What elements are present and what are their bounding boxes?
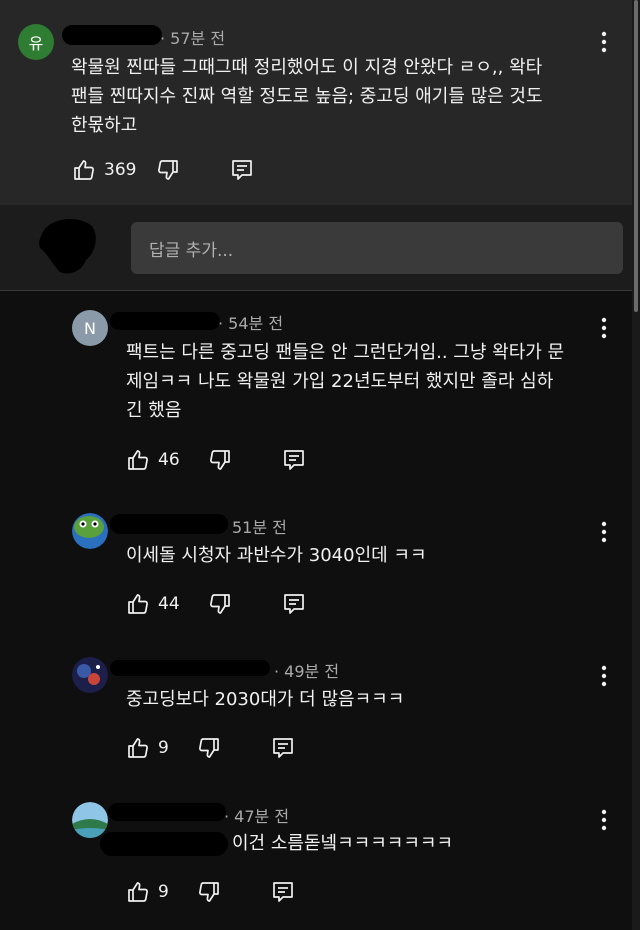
comment-time: · 47분 전 bbox=[224, 807, 290, 826]
avatar-letter: N bbox=[84, 318, 96, 338]
reply-icon bbox=[230, 158, 254, 182]
like-button[interactable]: 44 bbox=[126, 592, 180, 616]
reply-icon bbox=[282, 592, 306, 616]
thumbs-up-icon bbox=[72, 158, 96, 182]
dislike-button[interactable] bbox=[208, 592, 232, 616]
thumbs-down-icon bbox=[156, 158, 180, 182]
thumbs-up-icon bbox=[126, 592, 150, 616]
avatar[interactable]: 유 bbox=[18, 24, 54, 60]
redacted-mention bbox=[100, 832, 228, 856]
like-button[interactable]: 9 bbox=[126, 880, 169, 904]
thumbs-down-icon bbox=[208, 448, 232, 472]
reply-icon bbox=[271, 736, 295, 760]
thumbs-down-icon bbox=[197, 736, 221, 760]
thumbs-down-icon bbox=[208, 592, 232, 616]
redacted-username bbox=[108, 803, 226, 821]
redacted-username bbox=[110, 514, 228, 534]
thumbs-up-icon bbox=[126, 880, 150, 904]
like-count: 44 bbox=[158, 594, 180, 614]
redacted-username bbox=[110, 312, 220, 330]
more-vert-icon[interactable] bbox=[594, 316, 614, 340]
like-button[interactable]: 369 bbox=[72, 158, 136, 182]
avatar-letter: 유 bbox=[28, 34, 44, 53]
avatar[interactable] bbox=[72, 513, 108, 549]
comment-time: · 57분 전 bbox=[160, 29, 226, 48]
comment-actions: 9 bbox=[126, 736, 295, 760]
like-count: 46 bbox=[158, 450, 180, 470]
avatar[interactable] bbox=[72, 802, 108, 838]
redacted-username bbox=[110, 660, 270, 676]
comment-text: 팩트는 다른 중고딩 팬들은 안 그런단거임.. 그냥 왁타가 문 제임ㅋㅋ 나… bbox=[126, 342, 565, 421]
reply-button[interactable] bbox=[282, 592, 306, 616]
scrollbar-thumb[interactable] bbox=[634, 0, 638, 312]
divider bbox=[0, 290, 640, 291]
comment-text: 중고딩보다 2030대가 더 많음ㅋㅋㅋ bbox=[126, 689, 405, 710]
avatar[interactable] bbox=[72, 657, 108, 693]
comment-time: · 54분 전 bbox=[218, 314, 284, 333]
thumbs-up-icon bbox=[126, 448, 150, 472]
comment-text: 이세돌 시청자 과반수가 3040인데 ㅋㅋ bbox=[126, 545, 427, 566]
thumbs-up-icon bbox=[126, 736, 150, 760]
comment-actions: 46 bbox=[126, 448, 306, 472]
scrollbar[interactable] bbox=[632, 0, 640, 930]
reply-icon bbox=[282, 448, 306, 472]
comment-time: · 49분 전 bbox=[274, 662, 340, 681]
avatar[interactable]: N bbox=[72, 310, 108, 346]
dislike-button[interactable] bbox=[156, 158, 180, 182]
like-button[interactable]: 9 bbox=[126, 736, 169, 760]
reply-icon bbox=[271, 880, 295, 904]
comment-actions: 44 bbox=[126, 592, 306, 616]
like-count: 9 bbox=[158, 882, 169, 902]
like-count: 369 bbox=[104, 160, 137, 180]
dislike-button[interactable] bbox=[197, 736, 221, 760]
thumbs-down-icon bbox=[197, 880, 221, 904]
comment-text: 왁물원 찐따들 그때그때 정리했어도 이 지경 안왔다 ㄹㅇ,, 왁타 팬들 찐… bbox=[71, 57, 543, 136]
reply-input[interactable]: 답글 추가... bbox=[131, 222, 623, 274]
reply-input-placeholder: 답글 추가... bbox=[149, 240, 234, 261]
redacted-username bbox=[62, 25, 162, 45]
dislike-button[interactable] bbox=[197, 880, 221, 904]
comment-text: 이건 소름돋넼ㅋㅋㅋㅋㅋㅋㅋ bbox=[232, 833, 454, 854]
reply-button[interactable] bbox=[271, 880, 295, 904]
reply-button[interactable] bbox=[271, 736, 295, 760]
comment-time: 51분 전 bbox=[232, 518, 287, 537]
reply-button[interactable] bbox=[282, 448, 306, 472]
like-button[interactable]: 46 bbox=[126, 448, 180, 472]
comment-actions: 369 bbox=[72, 158, 254, 182]
comment-actions: 9 bbox=[126, 880, 295, 904]
dislike-button[interactable] bbox=[208, 448, 232, 472]
reply-button[interactable] bbox=[230, 158, 254, 182]
my-avatar-redacted bbox=[39, 219, 96, 274]
more-vert-icon[interactable] bbox=[594, 30, 614, 54]
like-count: 9 bbox=[158, 738, 169, 758]
